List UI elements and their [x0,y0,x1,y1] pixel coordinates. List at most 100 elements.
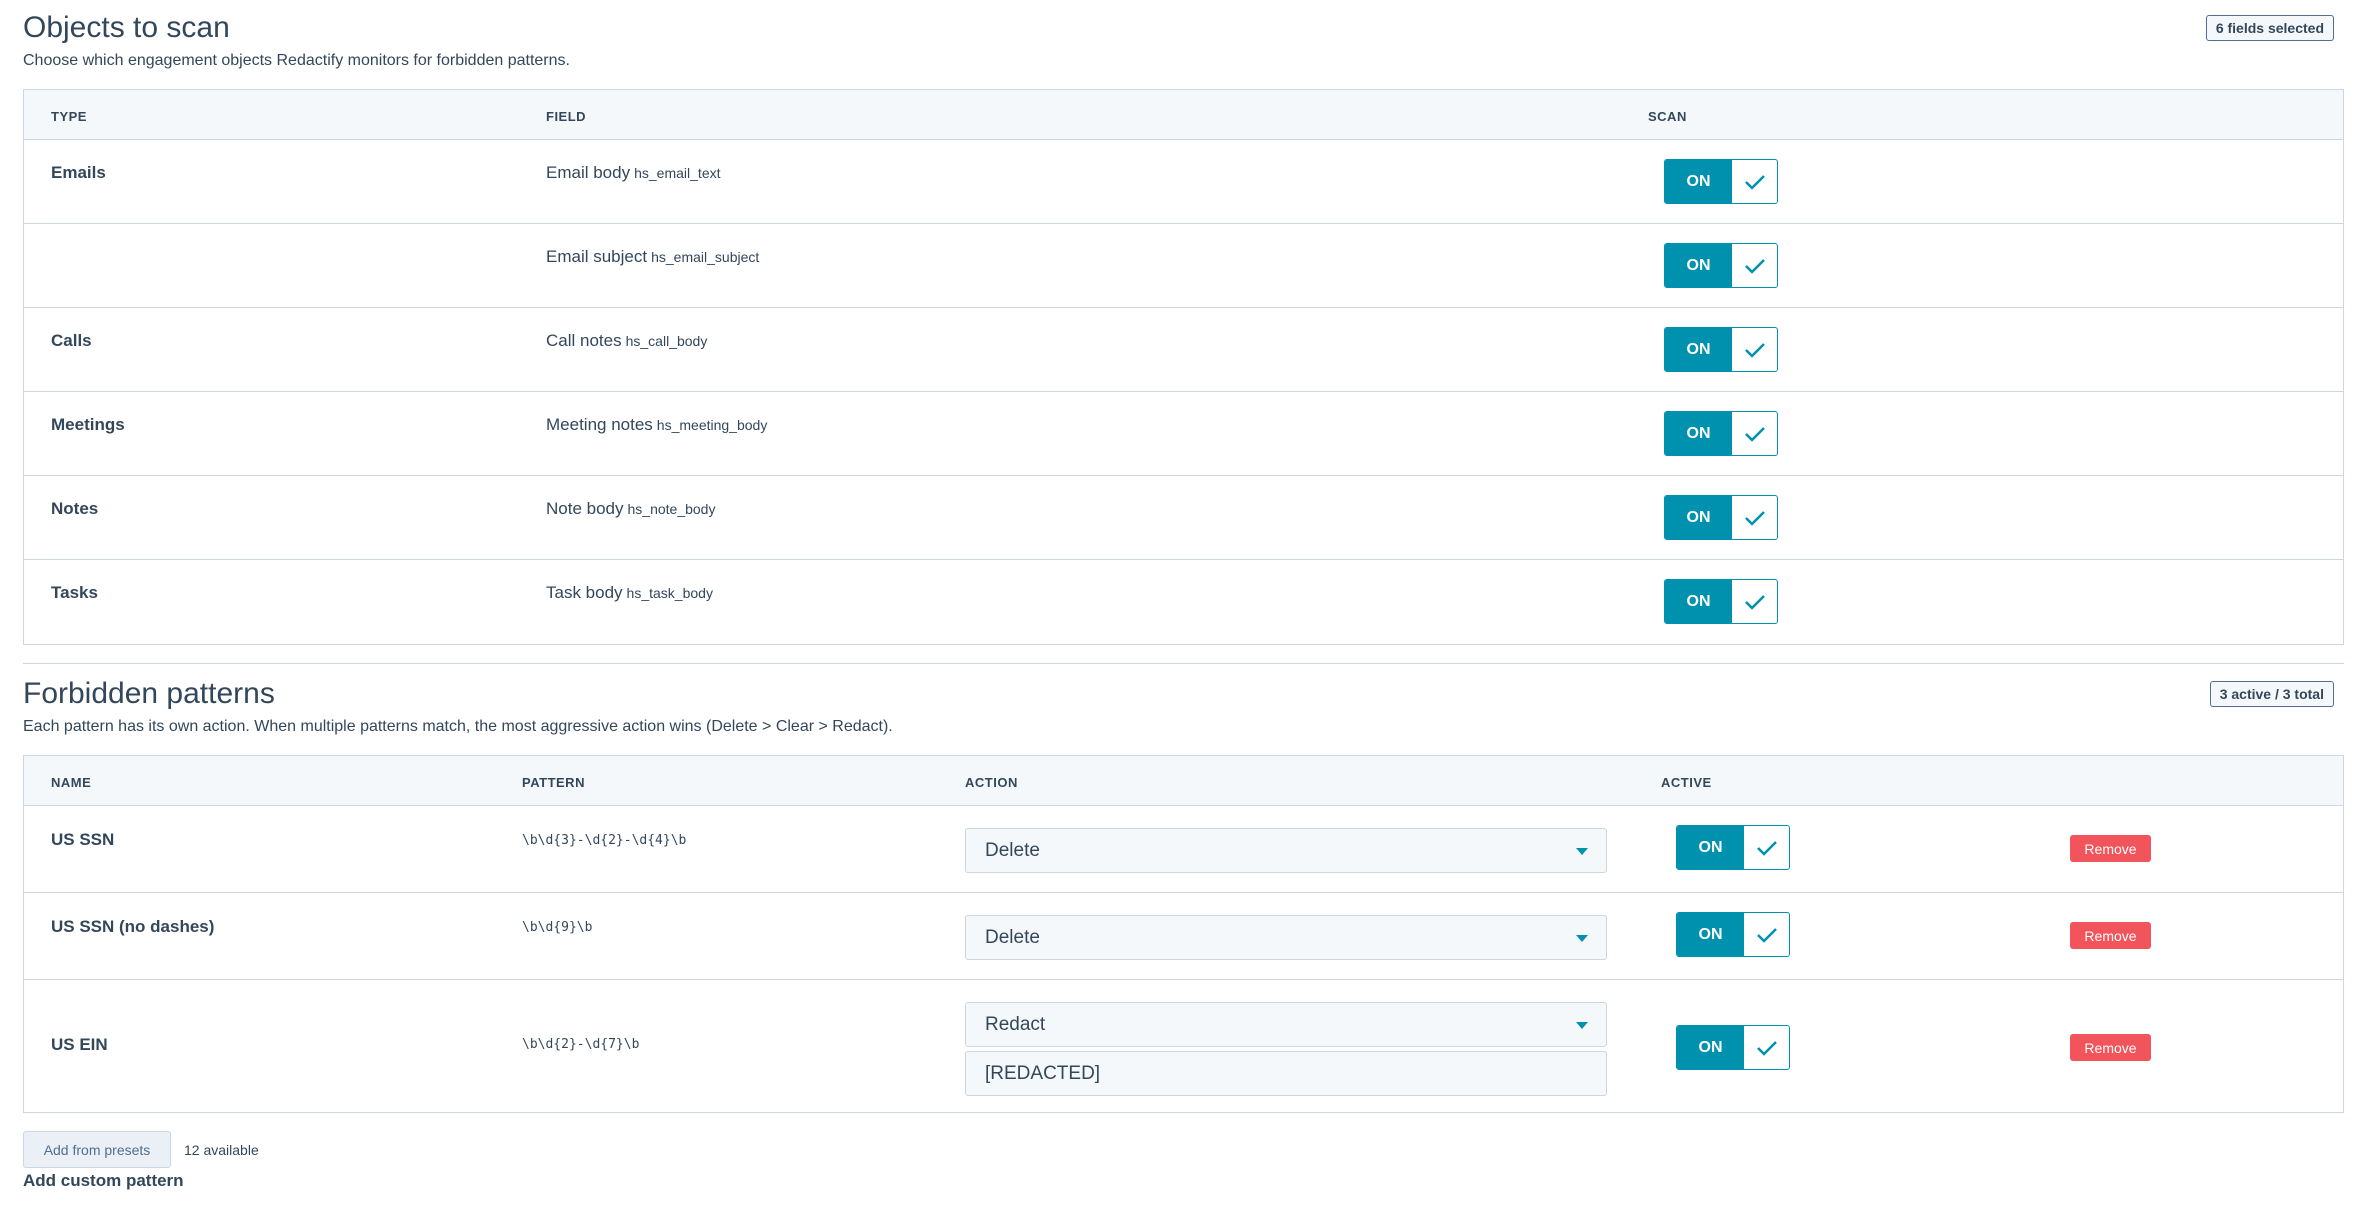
scan-toggle[interactable]: ON [1664,159,1778,204]
toggle-on-label: ON [1665,580,1732,623]
pattern-regex: \b\d{3}-\d{2}-\d{4}\b [522,833,687,848]
column-pattern: PATTERN [522,775,585,790]
active-toggle[interactable]: ON [1676,1025,1790,1070]
column-scan: SCAN [1648,109,1687,124]
type-label: Notes [51,499,99,518]
action-select[interactable]: Delete [965,915,1607,960]
toggle-on-label: ON [1677,1026,1744,1069]
pattern-regex: \b\d{9}\b [522,920,593,935]
add-custom-pattern-link[interactable]: Add custom pattern [23,1171,184,1191]
pattern-name: US SSN [51,830,115,849]
type-label: Tasks [51,583,98,602]
objects-description: Choose which engagement objects Redactif… [23,52,570,69]
patterns-description: Each pattern has its own action. When mu… [23,718,893,735]
table-row: Tasks Task body hs_task_body ON [24,560,2343,644]
field-label: Email body [546,163,631,182]
field-key: hs_email_text [634,165,721,181]
caret-down-icon [1576,848,1588,855]
scan-toggle[interactable]: ON [1664,579,1778,624]
field-cell: Meeting notes hs_meeting_body [546,415,767,435]
field-label: Email subject [546,247,648,266]
column-action: ACTION [965,775,1018,790]
checkmark-icon [1744,1026,1789,1069]
presets-available-count: 12 available [184,1142,259,1158]
checkmark-icon [1744,826,1789,869]
toggle-on-label: ON [1677,913,1744,956]
field-cell: Note body hs_note_body [546,499,715,519]
field-cell: Call notes hs_call_body [546,331,707,351]
objects-table-header: TYPE FIELD SCAN [24,90,2343,140]
scan-toggle[interactable]: ON [1664,327,1778,372]
field-key: hs_note_body [627,501,716,517]
checkmark-icon [1732,580,1777,623]
checkmark-icon [1732,244,1777,287]
remove-button[interactable]: Remove [2070,835,2151,862]
column-field: FIELD [546,109,587,124]
type-label: Calls [51,331,92,350]
active-toggle[interactable]: ON [1676,912,1790,957]
patterns-count-badge: 3 active / 3 total [2209,681,2334,707]
field-key: hs_task_body [626,585,713,601]
action-select-value: Delete [985,839,1040,861]
field-cell: Email subject hs_email_subject [546,247,759,267]
objects-title: Objects to scan [23,11,230,44]
action-select[interactable]: Redact [965,1002,1607,1047]
table-row: Notes Note body hs_note_body ON [24,476,2343,560]
field-label: Note body [546,499,624,518]
table-row: Emails Email body hs_email_text ON [24,140,2343,224]
table-row: US EIN \b\d{2}-\d{7}\b Redact ON Remove [24,980,2343,1112]
caret-down-icon [1576,935,1588,942]
action-select[interactable]: Delete [965,828,1607,873]
pattern-name: US SSN (no dashes) [51,917,215,936]
pattern-name: US EIN [51,1035,108,1054]
patterns-table: NAME PATTERN ACTION ACTIVE US SSN \b\d{3… [23,755,2344,1113]
checkmark-icon [1732,412,1777,455]
table-row: US SSN \b\d{3}-\d{2}-\d{4}\b Delete ON R… [24,806,2343,893]
table-row: Calls Call notes hs_call_body ON [24,308,2343,392]
field-cell: Email body hs_email_text [546,163,721,183]
toggle-on-label: ON [1665,496,1732,539]
fields-selected-badge: 6 fields selected [2205,15,2334,41]
caret-down-icon [1576,1022,1588,1029]
table-row: US SSN (no dashes) \b\d{9}\b Delete ON R… [24,893,2343,980]
table-row: Email subject hs_email_subject ON [24,224,2343,308]
column-active: ACTIVE [1661,775,1712,790]
scan-toggle[interactable]: ON [1664,411,1778,456]
objects-section: Objects to scan Choose which engagement … [23,10,2344,70]
remove-button[interactable]: Remove [2070,922,2151,949]
field-cell: Task body hs_task_body [546,583,713,603]
toggle-on-label: ON [1665,160,1732,203]
patterns-table-header: NAME PATTERN ACTION ACTIVE [24,756,2343,806]
add-from-presets-button[interactable]: Add from presets [23,1131,171,1168]
field-label: Meeting notes [546,415,653,434]
checkmark-icon [1732,328,1777,371]
checkmark-icon [1732,496,1777,539]
field-key: hs_email_subject [651,249,760,265]
table-row: Meetings Meeting notes hs_meeting_body ON [24,392,2343,476]
patterns-section: Forbidden patterns Each pattern has its … [23,676,2344,736]
field-label: Task body [546,583,623,602]
checkmark-icon [1744,913,1789,956]
section-divider [23,663,2344,664]
field-key: hs_meeting_body [656,417,768,433]
column-type: TYPE [51,109,87,124]
replacement-input[interactable] [965,1051,1607,1096]
scan-toggle[interactable]: ON [1664,495,1778,540]
action-select-value: Redact [985,1013,1046,1035]
field-label: Call notes [546,331,622,350]
active-toggle[interactable]: ON [1676,825,1790,870]
patterns-title: Forbidden patterns [23,677,275,710]
toggle-on-label: ON [1665,244,1732,287]
action-select-value: Delete [985,926,1040,948]
scan-toggle[interactable]: ON [1664,243,1778,288]
remove-button[interactable]: Remove [2070,1034,2151,1061]
toggle-on-label: ON [1677,826,1744,869]
objects-table: TYPE FIELD SCAN Emails Email body hs_emai… [23,89,2344,645]
type-label: Emails [51,163,106,182]
toggle-on-label: ON [1665,328,1732,371]
column-name: NAME [51,775,92,790]
pattern-regex: \b\d{2}-\d{7}\b [522,1037,640,1052]
type-label: Meetings [51,415,125,434]
toggle-on-label: ON [1665,412,1732,455]
checkmark-icon [1732,160,1777,203]
